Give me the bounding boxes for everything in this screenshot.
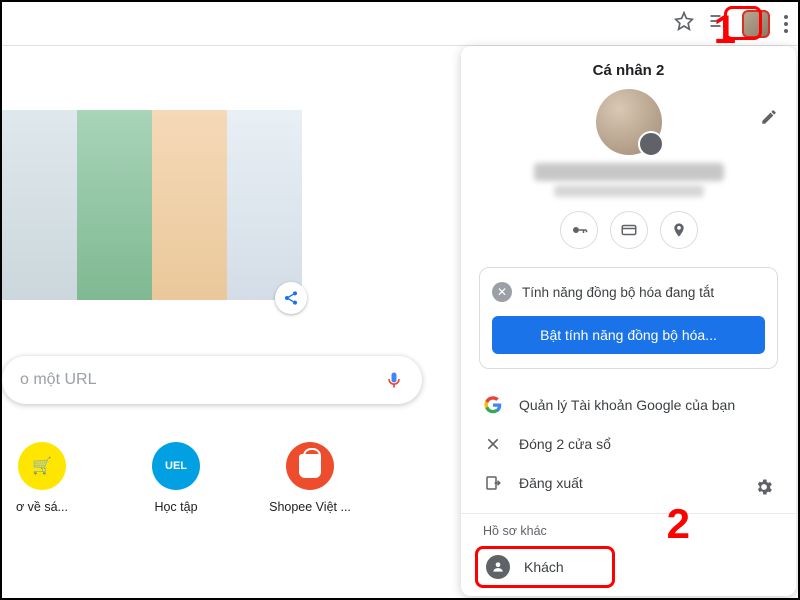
shortcut-item[interactable]: Shopee Việt ... <box>270 442 350 514</box>
profile-name-title: Cá nhân 2 <box>461 62 796 79</box>
manage-google-account[interactable]: Quản lý Tài khoản Google của bạn <box>483 385 774 425</box>
manage-profiles-gear-icon[interactable] <box>754 477 774 502</box>
shortcut-label: Shopee Việt ... <box>269 500 351 514</box>
browser-top-bar <box>2 2 798 46</box>
shortcut-item[interactable]: 🛒 ơ về sá... <box>2 442 82 514</box>
bookmark-star-icon[interactable] <box>674 11 694 36</box>
edit-profile-icon[interactable] <box>760 108 778 131</box>
enable-sync-button[interactable]: Bật tính năng đồng bộ hóa... <box>492 316 765 354</box>
guest-profile-row[interactable]: Khách <box>475 546 615 588</box>
annotation-step-1: 1 <box>714 8 736 53</box>
shortcut-icon: UEL <box>152 442 200 490</box>
profile-flyout-panel: Cá nhân 2 ✕ Tính năng đồng bộ hóa đang t… <box>461 46 796 596</box>
ntp-shortcuts: 🛒 ơ về sá... UEL Học tập Shopee Việt ... <box>2 442 350 514</box>
profile-quick-actions <box>461 211 796 249</box>
annotation-step-2: 2 <box>667 500 690 548</box>
sync-off-icon: ✕ <box>492 282 512 302</box>
other-profiles-label: Hồ sơ khác <box>461 522 796 546</box>
close-windows[interactable]: Đóng 2 cửa sổ <box>483 425 774 463</box>
divider <box>461 513 796 514</box>
sign-out-label: Đăng xuất <box>519 475 583 491</box>
add-profile-row[interactable]: + Thêm <box>461 590 796 596</box>
close-windows-label: Đóng 2 cửa sổ <box>519 436 611 452</box>
search-placeholder: o một URL <box>20 371 384 389</box>
sync-status-box: ✕ Tính năng đồng bộ hóa đang tắt Bật tín… <box>479 267 778 369</box>
voice-search-icon[interactable] <box>384 370 404 390</box>
omnibox-search[interactable]: o một URL <box>2 356 422 404</box>
profile-email-redacted <box>554 185 704 197</box>
sign-out-icon <box>483 474 503 492</box>
sync-status-text: Tính năng đồng bộ hóa đang tắt <box>522 285 714 300</box>
payment-methods-icon[interactable] <box>610 211 648 249</box>
addresses-icon[interactable] <box>660 211 698 249</box>
shortcut-label: Học tập <box>154 500 197 514</box>
shortcut-label: ơ về sá... <box>16 500 68 514</box>
profile-avatar-large[interactable] <box>596 89 662 155</box>
close-icon <box>483 436 503 452</box>
shortcut-icon: 🛒 <box>18 442 66 490</box>
google-doodle[interactable] <box>2 110 302 300</box>
sign-out[interactable]: Đăng xuất <box>483 463 774 503</box>
share-doodle-icon[interactable] <box>275 282 307 314</box>
account-actions-list: Quản lý Tài khoản Google của bạn Đóng 2 … <box>461 385 796 503</box>
sync-status-row: ✕ Tính năng đồng bộ hóa đang tắt <box>492 282 765 302</box>
guest-icon <box>486 555 510 579</box>
manage-account-label: Quản lý Tài khoản Google của bạn <box>519 397 735 413</box>
profile-full-name-redacted <box>534 163 724 181</box>
shortcut-item[interactable]: UEL Học tập <box>136 442 216 514</box>
google-g-icon <box>483 396 503 414</box>
kebab-menu-icon[interactable] <box>784 15 788 33</box>
passwords-icon[interactable] <box>560 211 598 249</box>
guest-label: Khách <box>524 559 564 575</box>
shortcut-icon <box>286 442 334 490</box>
